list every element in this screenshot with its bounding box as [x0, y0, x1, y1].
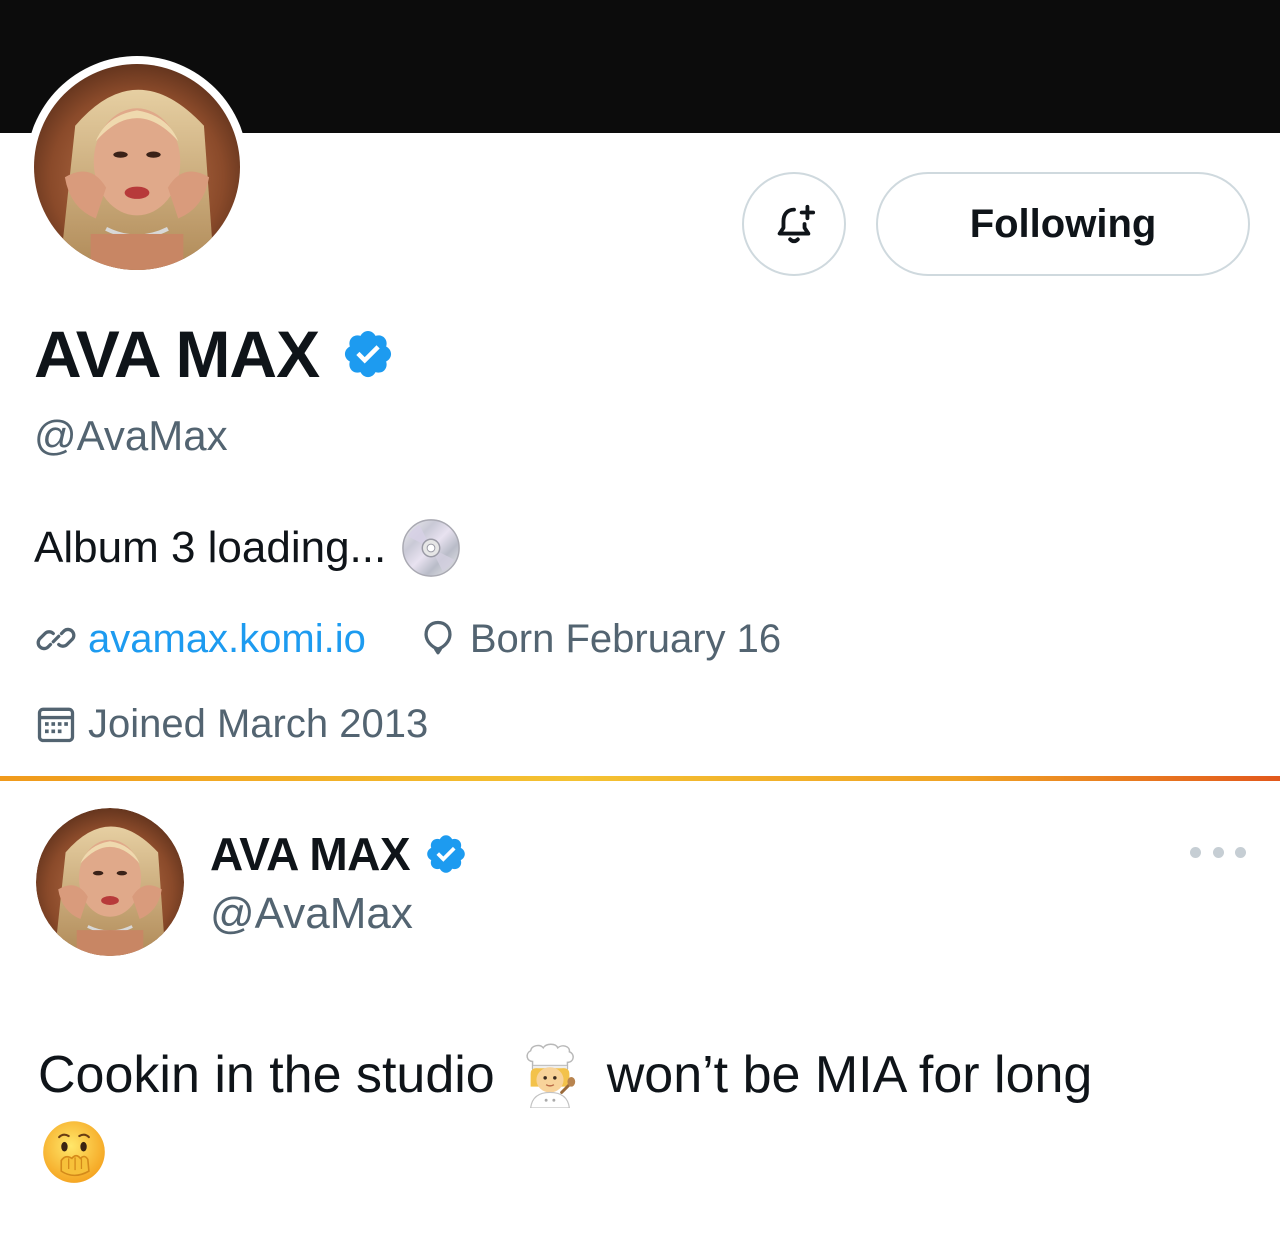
notify-button[interactable]: [742, 172, 846, 276]
tweet-author-avatar[interactable]: [36, 808, 184, 956]
tweet-text: Cookin in the studio won’t be MIA for lo…: [38, 1038, 1092, 1112]
link-icon: [36, 627, 76, 651]
tweet-author-row[interactable]: AVA MAX: [210, 826, 468, 882]
profile-display-name: AVA MAX: [34, 317, 320, 391]
tweet-text-part1: Cookin in the studio: [38, 1046, 495, 1104]
cd-disc-icon: [402, 519, 461, 577]
calendar-icon: [37, 707, 75, 743]
profile-joined-row: Joined March 2013: [34, 698, 478, 750]
tweet-author-name[interactable]: AVA MAX: [210, 826, 411, 882]
following-button[interactable]: Following: [876, 172, 1250, 276]
verified-badge-icon[interactable]: [424, 832, 468, 876]
face-with-hand-over-mouth-emoji: [43, 1121, 105, 1183]
bio-text: Album 3 loading...: [34, 523, 387, 572]
profile-bio: Album 3 loading...: [34, 518, 462, 578]
profile-meta-row: avamax.komi.io Born February 16: [34, 613, 831, 665]
joined-item: Joined March 2013: [34, 702, 428, 747]
following-label: Following: [969, 201, 1157, 246]
birthday-text: Born February 16: [469, 616, 782, 661]
bell-plus-icon: [777, 204, 816, 244]
tweet-text-part2: won’t be MIA for long: [606, 1046, 1093, 1104]
birthday-item: Born February 16: [416, 617, 781, 662]
balloon-icon: [424, 620, 452, 655]
section-divider: [0, 776, 1280, 781]
tweet-author-handle[interactable]: @AvaMax: [210, 888, 413, 940]
profile-name-row: AVA MAX: [34, 316, 395, 392]
dot: [1212, 846, 1224, 858]
tweet-text-emoji: [40, 1118, 108, 1186]
profile-page: Following AVA MAX @AvaMax Album 3 loadin…: [0, 0, 1280, 1251]
dot: [1235, 846, 1246, 858]
woman-cook-emoji: [526, 1043, 575, 1108]
more-dots-icon[interactable]: [1190, 838, 1246, 866]
website-link[interactable]: avamax.komi.io: [88, 617, 366, 662]
joined-text: Joined March 2013: [88, 701, 429, 746]
dot: [1190, 846, 1201, 858]
verified-badge-icon[interactable]: [341, 327, 395, 381]
website-item[interactable]: avamax.komi.io: [34, 617, 366, 662]
profile-avatar[interactable]: [26, 56, 248, 278]
profile-handle: @AvaMax: [34, 412, 228, 459]
